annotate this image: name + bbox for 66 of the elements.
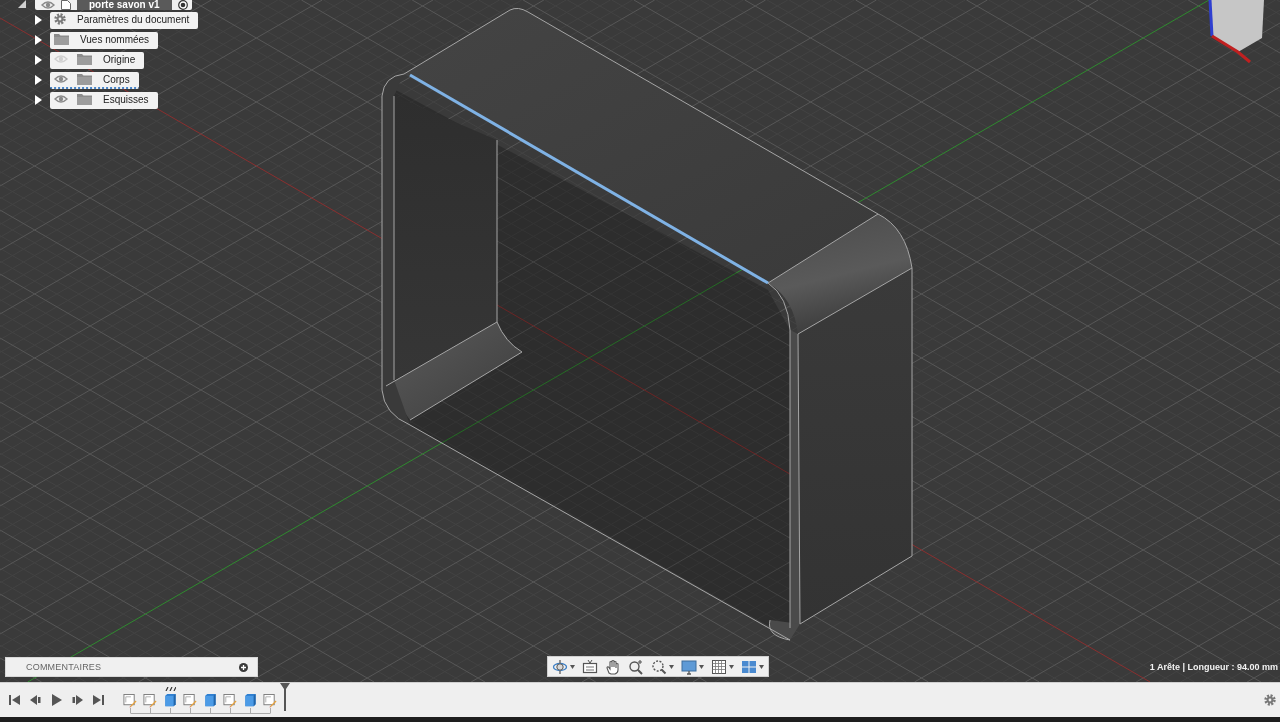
box-icon (243, 693, 257, 708)
skip-end-icon (92, 694, 104, 706)
caret-icon[interactable] (669, 664, 674, 669)
add-icon[interactable] (239, 662, 248, 672)
step-back-icon (29, 694, 41, 706)
grid-button[interactable] (710, 657, 735, 676)
sketch-icon (263, 693, 277, 708)
gear-icon (54, 13, 66, 25)
step-forward-icon (71, 694, 83, 706)
timeline-marker-icon[interactable] (280, 683, 290, 711)
folder-icon (77, 73, 92, 85)
folder-icon (54, 33, 69, 45)
panes-icon (741, 658, 757, 675)
hand-icon (605, 658, 621, 675)
box-icon (203, 693, 217, 708)
caret-icon[interactable] (759, 664, 764, 669)
browser-node[interactable]: Corps (50, 71, 139, 89)
monitor-icon (681, 658, 697, 675)
panel-title: COMMENTAIRES (26, 662, 102, 672)
caret-icon[interactable] (18, 0, 26, 8)
status-text: 1 Arête | Longueur : 94.00 mm (1149, 662, 1278, 672)
browser-node[interactable]: Vues nommées (50, 31, 159, 49)
browser-node[interactable]: Paramètres du document (50, 11, 199, 29)
pan-button[interactable] (604, 657, 622, 676)
settings-icon[interactable] (1264, 694, 1276, 706)
skip-start-icon (8, 694, 20, 706)
view-cube-icon[interactable] (1206, 0, 1266, 64)
play-button[interactable] (50, 693, 62, 707)
browser-node[interactable]: Origine (50, 51, 145, 69)
caret-icon[interactable] (34, 75, 42, 85)
sketch-icon (143, 693, 157, 708)
browser-node[interactable]: Esquisses (50, 91, 158, 109)
step-back-button[interactable] (29, 693, 41, 707)
look-at-button[interactable] (581, 657, 599, 676)
magnifier-icon (651, 658, 667, 675)
folder-icon (77, 53, 92, 65)
caret-icon[interactable] (34, 55, 42, 65)
caret-icon[interactable] (34, 95, 42, 105)
hatch-icon (165, 686, 176, 691)
caret-icon[interactable] (699, 664, 704, 669)
skip-to-start-button[interactable] (8, 693, 20, 707)
play-icon (50, 694, 62, 706)
magnifier-icon (628, 658, 644, 675)
eye-icon[interactable] (41, 0, 55, 10)
caret-icon[interactable] (34, 15, 42, 25)
eye-icon[interactable] (54, 74, 68, 84)
grid-icon (711, 658, 727, 675)
sketch-icon (183, 693, 197, 708)
sketch-icon (223, 693, 237, 708)
skip-to-end-button[interactable] (92, 693, 104, 707)
folder-icon (77, 93, 92, 105)
eye-icon[interactable] (54, 94, 68, 104)
caret-icon[interactable] (34, 35, 42, 45)
sketch-icon (123, 693, 137, 708)
caret-icon[interactable] (570, 664, 575, 669)
zoom-button[interactable] (627, 657, 645, 676)
fit-button[interactable] (650, 657, 675, 676)
display-settings-button[interactable] (680, 657, 705, 676)
radio-icon[interactable] (177, 0, 188, 10)
caret-icon[interactable] (729, 664, 734, 669)
component-node[interactable]: porte savon v1 (35, 0, 192, 10)
orbit-button[interactable] (551, 657, 576, 676)
timeline-feature[interactable] (163, 686, 177, 708)
frame-icon (582, 658, 598, 675)
box-icon (163, 693, 177, 708)
step-forward-button[interactable] (71, 693, 83, 707)
